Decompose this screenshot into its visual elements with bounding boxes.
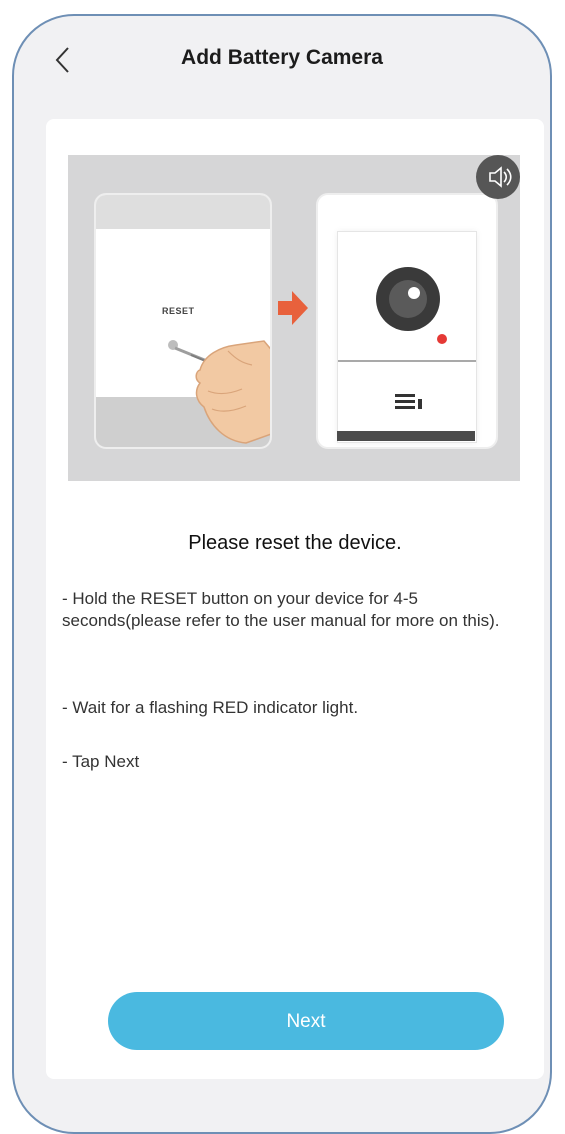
hand-pin-icon — [168, 340, 270, 444]
page-title: Add Battery Camera — [181, 46, 383, 69]
instruction-heading: Please reset the device. — [188, 532, 402, 554]
camera-step-panel — [316, 193, 498, 449]
arrow-right-icon — [278, 291, 308, 325]
next-button[interactable]: Next — [108, 992, 504, 1050]
speaker-button[interactable] — [476, 155, 520, 199]
phone-frame: Add Battery Camera RESET Please reset th… — [12, 14, 552, 1134]
reset-step-panel: RESET — [94, 193, 272, 449]
instruction-step-2: - Wait for a flashing RED indicator ligh… — [62, 698, 359, 717]
camera-icon — [376, 267, 447, 409]
instruction-step-3: - Tap Next — [62, 752, 140, 771]
instruction-step-1: - Hold the RESET button on your device f… — [62, 589, 500, 630]
header: Add Battery Camera — [14, 16, 550, 106]
reset-illustration: RESET — [68, 155, 520, 481]
content-card: RESET Please reset the device. - Hold th… — [46, 119, 544, 1079]
speaker-icon — [489, 166, 512, 188]
